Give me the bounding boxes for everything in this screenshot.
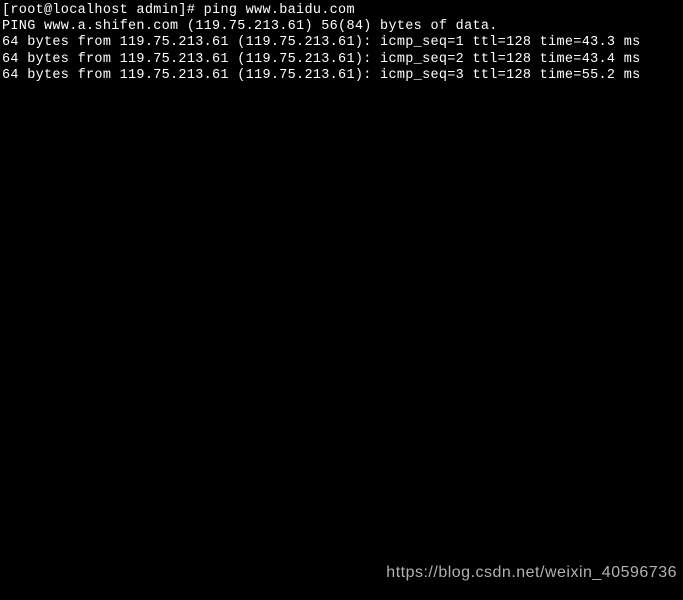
ping-reply: 64 bytes from 119.75.213.61 (119.75.213.… (2, 35, 683, 51)
typed-command: ping www.baidu.com (204, 3, 355, 18)
watermark-text: https://blog.csdn.net/weixin_40596736 (386, 563, 677, 582)
shell-prompt: [root@localhost admin]# (2, 3, 204, 18)
ping-header: PING www.a.shifen.com (119.75.213.61) 56… (2, 19, 683, 35)
ping-reply: 64 bytes from 119.75.213.61 (119.75.213.… (2, 68, 683, 84)
command-line[interactable]: [root@localhost admin]# ping www.baidu.c… (2, 3, 683, 19)
ping-reply: 64 bytes from 119.75.213.61 (119.75.213.… (2, 52, 683, 68)
